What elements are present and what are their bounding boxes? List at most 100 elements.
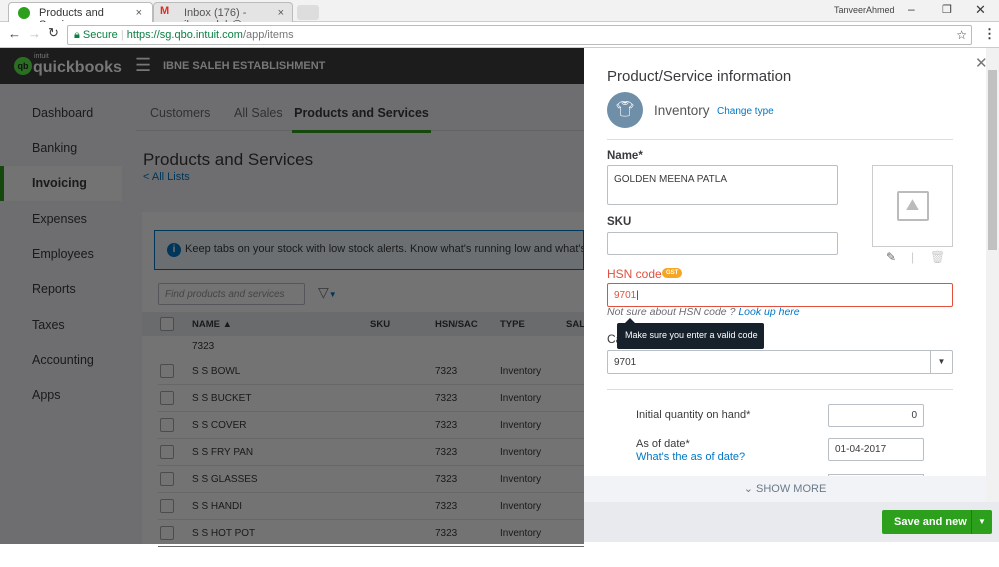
row-name: S S HOT POT xyxy=(192,528,256,539)
edit-image-icon[interactable]: ✎ xyxy=(886,250,896,264)
save-and-new-button[interactable]: Save and new ▼ xyxy=(882,510,992,534)
lock-icon: 🔒︎ xyxy=(74,29,80,41)
row-type: Inventory xyxy=(500,366,542,377)
save-options-dropdown-icon[interactable]: ▼ xyxy=(971,510,992,534)
url-path: /app/items xyxy=(242,29,294,41)
inventory-shirt-icon: 👕︎ xyxy=(607,92,643,128)
table-row[interactable]: S S COVER 7323 Inventory xyxy=(158,412,584,439)
sidebar-item-taxes[interactable]: Taxes xyxy=(0,308,122,343)
row-name: S S BOWL xyxy=(192,366,241,377)
row-checkbox[interactable] xyxy=(160,445,174,459)
filter-icon[interactable]: ▽▼ xyxy=(318,284,337,301)
find-products-input[interactable]: Find products and services xyxy=(158,283,305,305)
sidebar-item-accounting[interactable]: Accounting xyxy=(0,343,122,378)
row-hsn: 7323 xyxy=(435,420,458,431)
tab-all-sales[interactable]: All Sales xyxy=(234,106,283,130)
image-upload-box[interactable]: ⛰︎ xyxy=(872,165,953,247)
sidebar: Dashboard Banking Invoicing Expenses Emp… xyxy=(0,84,122,544)
hsn-input[interactable]: 9701 | xyxy=(607,283,953,307)
table-row[interactable]: S S HANDI 7323 Inventory xyxy=(158,493,584,520)
row-name: S S HANDI xyxy=(192,501,243,512)
page-title: Products and Services xyxy=(143,150,314,169)
row-checkbox[interactable] xyxy=(160,526,174,540)
row-checkbox[interactable] xyxy=(160,499,174,513)
close-tab-icon[interactable]: × xyxy=(136,7,142,19)
row-hsn: 7323 xyxy=(435,393,458,404)
hamburger-menu-icon[interactable]: ☰ xyxy=(135,55,151,76)
sidebar-item-dashboard[interactable]: Dashboard xyxy=(0,96,122,131)
column-name[interactable]: NAME ▲ xyxy=(192,319,232,330)
url-host: https://sg.qbo.intuit.com xyxy=(126,29,243,41)
validation-tooltip: Make sure you enter a valid code xyxy=(617,318,764,349)
column-type[interactable]: TYPE xyxy=(500,319,525,330)
sidebar-item-invoicing[interactable]: Invoicing xyxy=(0,166,122,201)
sidebar-item-reports[interactable]: Reports xyxy=(0,272,122,307)
row-hsn: 7323 xyxy=(435,366,458,377)
show-more-button[interactable]: ⌄ SHOW MORE xyxy=(584,476,986,502)
address-bar-row: ← → ↻ 🔒︎ Secure | https://sg.qbo.intuit.… xyxy=(0,22,999,48)
scrollbar-thumb[interactable] xyxy=(988,70,997,250)
tab-products-and-services[interactable]: Products and Services xyxy=(292,106,431,133)
row-checkbox[interactable] xyxy=(160,472,174,486)
column-hsn[interactable]: HSN/SAC xyxy=(435,319,478,330)
row-hsn: 7323 xyxy=(435,474,458,485)
sidebar-item-expenses[interactable]: Expenses xyxy=(0,202,122,237)
sidebar-item-apps[interactable]: Apps xyxy=(0,378,122,413)
browser-tab-active[interactable]: Products and Services × xyxy=(8,2,153,31)
date-label: As of date* xyxy=(636,438,690,450)
gmail-icon: M xyxy=(160,5,170,17)
browser-menu-icon[interactable]: ⋮ xyxy=(983,26,996,42)
chevron-down-icon[interactable]: ▼ xyxy=(930,351,952,373)
row-checkbox[interactable] xyxy=(160,364,174,378)
table-row[interactable]: S S HOT POT 7323 Inventory xyxy=(158,520,584,547)
minimize-icon[interactable]: – xyxy=(908,2,915,16)
sidebar-item-banking[interactable]: Banking xyxy=(0,131,122,166)
url-input[interactable]: 🔒︎ Secure | https://sg.qbo.intuit.com/ap… xyxy=(67,25,972,45)
back-icon[interactable]: ← xyxy=(8,26,21,41)
row-type: Inventory xyxy=(500,393,542,404)
column-sales-price[interactable]: SAL xyxy=(566,319,585,330)
quantity-label: Initial quantity on hand* xyxy=(636,409,751,421)
forward-icon[interactable]: → xyxy=(28,26,41,41)
as-of-date-help-link[interactable]: What's the as of date? xyxy=(636,451,745,463)
restore-icon[interactable]: ❐ xyxy=(942,3,952,16)
group-header: 7323 xyxy=(192,341,215,352)
products-table-panel: i Keep tabs on your stock with low stock… xyxy=(142,212,585,547)
image-placeholder-icon: ⛰︎ xyxy=(896,191,929,221)
all-lists-link[interactable]: < All Lists xyxy=(143,171,190,183)
reload-icon[interactable]: ↻ xyxy=(48,25,59,41)
delete-image-icon[interactable]: 🗑︎ xyxy=(930,250,945,264)
row-hsn: 7323 xyxy=(435,501,458,512)
table-row[interactable]: S S BOWL 7323 Inventory xyxy=(158,358,584,385)
change-type-link[interactable]: Change type xyxy=(717,106,774,117)
name-input[interactable]: GOLDEN MEENA PATLA xyxy=(607,165,838,205)
table-row[interactable]: S S GLASSES 7323 Inventory xyxy=(158,466,584,493)
info-icon: i xyxy=(167,243,181,257)
sidebar-item-employees[interactable]: Employees xyxy=(0,237,122,272)
category-value: 9701 xyxy=(614,356,637,368)
bookmark-star-icon[interactable]: ☆ xyxy=(956,28,967,42)
sku-label: SKU xyxy=(607,216,632,228)
row-checkbox[interactable] xyxy=(160,418,174,432)
browser-tab-gmail[interactable]: M Inbox (176) - ibnesaleh@ × xyxy=(153,2,293,31)
quantity-input[interactable]: 0 xyxy=(828,404,924,427)
row-name: S S GLASSES xyxy=(192,474,258,485)
as-of-date-input[interactable]: 01-04-2017 xyxy=(828,438,924,461)
new-tab-button[interactable] xyxy=(297,5,319,20)
tab-customers[interactable]: Customers xyxy=(150,106,210,130)
table-row[interactable]: S S FRY PAN 7323 Inventory xyxy=(158,439,584,466)
panel-scrollbar[interactable] xyxy=(986,48,999,502)
column-sku[interactable]: SKU xyxy=(370,319,390,330)
select-all-checkbox[interactable] xyxy=(160,317,174,331)
quickbooks-favicon-icon xyxy=(18,7,30,19)
browser-tab-bar: Products and Services × M Inbox (176) - … xyxy=(0,0,999,31)
close-window-icon[interactable]: ✕ xyxy=(975,2,986,18)
profile-name[interactable]: TanveerAhmed xyxy=(834,5,895,15)
row-checkbox[interactable] xyxy=(160,391,174,405)
table-row[interactable]: S S BUCKET 7323 Inventory xyxy=(158,385,584,412)
category-select[interactable]: 9701 ▼ xyxy=(607,350,953,374)
close-tab-icon[interactable]: × xyxy=(278,7,284,19)
look-up-here-link[interactable]: Look up here xyxy=(738,306,799,318)
row-type: Inventory xyxy=(500,528,542,539)
sku-input[interactable] xyxy=(607,232,838,255)
